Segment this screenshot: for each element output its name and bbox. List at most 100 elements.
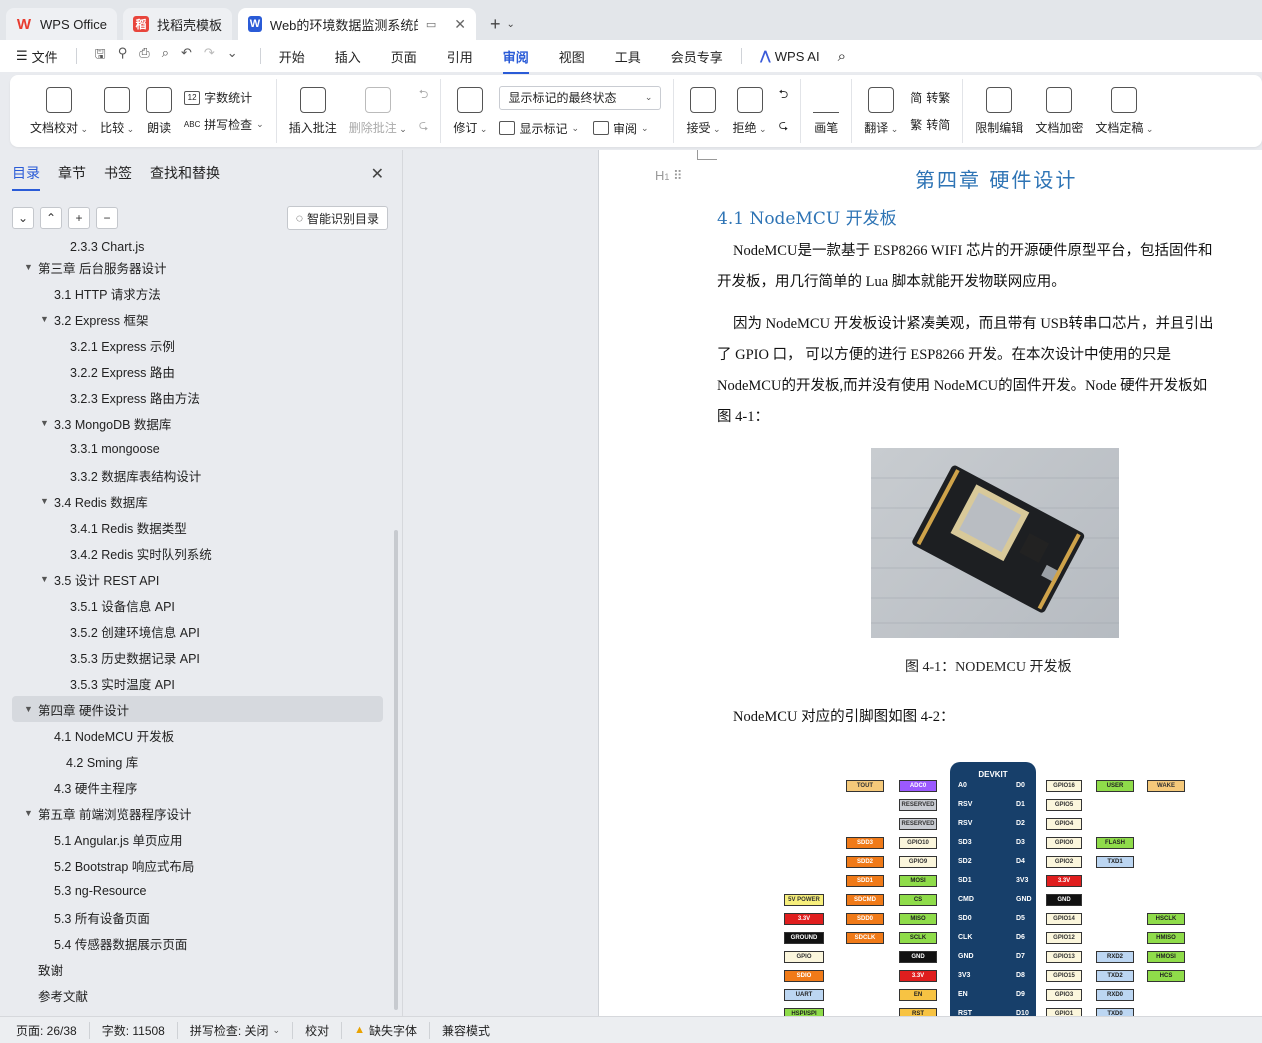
next-comment-icon[interactable]: ⮎ bbox=[419, 116, 429, 137]
toc-item[interactable]: 2.3.3 Chart.js bbox=[0, 240, 395, 254]
tab-find-replace[interactable]: 查找和替换 bbox=[150, 163, 220, 183]
chevron-down-icon[interactable]: ⌄ bbox=[227, 45, 238, 67]
toc-item[interactable]: ▼ 第三章 后台服务器设计 bbox=[0, 254, 395, 280]
chevron-down-icon[interactable]: ▼ bbox=[40, 314, 54, 324]
smart-toc-button[interactable]: ◌ 智能识别目录 bbox=[286, 206, 388, 230]
to-traditional-button[interactable]: 简转繁 bbox=[910, 89, 950, 106]
read-aloud-button[interactable]: 朗读 bbox=[140, 86, 178, 136]
chevron-down-icon[interactable]: ▼ bbox=[24, 808, 38, 818]
tab-toc[interactable]: 目录 bbox=[12, 163, 40, 191]
toc-item[interactable]: 5.1 Angular.js 单页应用 bbox=[0, 826, 395, 852]
menu-member[interactable]: 会员专享 bbox=[671, 47, 723, 66]
tab-document[interactable]: W Web的环境数据监测系统的设 ▭ ✕ bbox=[237, 8, 476, 40]
toc-item[interactable]: 4.3 硬件主程序 bbox=[0, 774, 395, 800]
restrict-edit-button[interactable]: 限制编辑 bbox=[969, 86, 1029, 136]
search-icon[interactable]: ⌕ bbox=[838, 48, 846, 65]
share-icon[interactable]: ⚲ bbox=[118, 45, 128, 67]
missing-font-status[interactable]: ▲ 缺失字体 bbox=[354, 1021, 430, 1039]
file-menu[interactable]: ☰ 文件 bbox=[16, 47, 58, 66]
menu-reference[interactable]: 引用 bbox=[447, 47, 473, 66]
menu-insert[interactable]: 插入 bbox=[335, 47, 361, 66]
translate-button[interactable]: 翻译 ⌄ bbox=[858, 86, 904, 136]
menu-review[interactable]: 审阅 bbox=[502, 47, 529, 74]
toc-item[interactable]: ▼ 3.3 MongoDB 数据库 bbox=[0, 410, 395, 436]
to-simplified-button[interactable]: 繁转简 bbox=[910, 116, 950, 133]
toc-item[interactable]: 3.2.1 Express 示例 bbox=[0, 332, 395, 358]
expand-up-button[interactable]: ⌃ bbox=[40, 207, 62, 229]
menu-start[interactable]: 开始 bbox=[279, 47, 305, 66]
encrypt-button[interactable]: 文档加密 bbox=[1029, 86, 1089, 136]
toc-item[interactable]: 3.5.3 实时温度 API bbox=[0, 670, 395, 696]
toc-item[interactable]: 3.5.2 创建环境信息 API bbox=[0, 618, 395, 644]
chevron-down-icon[interactable]: ▼ bbox=[24, 262, 38, 272]
new-tab-button[interactable]: + ⌄ bbox=[482, 8, 523, 40]
toc-item[interactable]: 4.1 NodeMCU 开发板 bbox=[0, 722, 395, 748]
chevron-down-icon[interactable]: ▼ bbox=[40, 574, 54, 584]
menu-tools[interactable]: 工具 bbox=[615, 47, 641, 66]
tab-bookmarks[interactable]: 书签 bbox=[104, 163, 132, 183]
monitor-icon[interactable]: ▭ bbox=[426, 18, 436, 31]
print-icon[interactable]: ⎙ bbox=[139, 45, 149, 67]
compare-button[interactable]: 比较 ⌄ bbox=[94, 86, 140, 136]
compat-mode[interactable]: 兼容模式 bbox=[442, 1022, 502, 1039]
show-markup-button[interactable]: 显示标记 ⌄ bbox=[499, 120, 579, 137]
review-pane-button[interactable]: 审阅 ⌄ bbox=[593, 120, 649, 137]
revise-button[interactable]: 修订 ⌄ bbox=[447, 86, 493, 136]
reject-button[interactable]: 拒绝 ⌄ bbox=[727, 86, 773, 136]
toc-item[interactable]: 5.3 所有设备页面 bbox=[0, 904, 395, 930]
menu-view[interactable]: 视图 bbox=[559, 47, 585, 66]
toc-item[interactable]: 3.4.1 Redis 数据类型 bbox=[0, 514, 395, 540]
undo-icon[interactable]: ↶ bbox=[181, 45, 192, 67]
remove-heading-button[interactable]: − bbox=[96, 207, 118, 229]
chevron-down-icon[interactable]: ▼ bbox=[40, 496, 54, 506]
toc-item[interactable]: 3.1 HTTP 请求方法 bbox=[0, 280, 395, 306]
toc-item[interactable]: 3.3.1 mongoose bbox=[0, 436, 395, 462]
close-icon[interactable]: ✕ bbox=[454, 16, 466, 33]
toc-item[interactable]: 3.2.2 Express 路由 bbox=[0, 358, 395, 384]
heading-handle-icon[interactable]: H1 ⠿ bbox=[655, 168, 683, 184]
spell-check-status[interactable]: 拼写检查: 关闭 ⌄ bbox=[190, 1021, 294, 1039]
markup-state-select[interactable]: 显示标记的最终状态 ⌄ bbox=[499, 85, 662, 110]
wps-ai-button[interactable]: ⋀ WPS AI bbox=[760, 48, 820, 64]
toc-item[interactable]: 5.3 ng-Resource bbox=[0, 878, 395, 904]
toc-item[interactable]: 3.3.2 数据库表结构设计 bbox=[0, 462, 395, 488]
spellcheck-button[interactable]: ABC 拼写检查 ⌄ bbox=[184, 116, 264, 133]
toc-item[interactable]: 致谢 bbox=[0, 956, 395, 982]
toc-item[interactable]: 3.4.2 Redis 实时队列系统 bbox=[0, 540, 395, 566]
tab-sections[interactable]: 章节 bbox=[58, 163, 86, 183]
print-preview-icon[interactable]: ⌕ bbox=[162, 45, 169, 67]
proof-status[interactable]: 校对 bbox=[305, 1021, 343, 1039]
delete-comment-button[interactable]: 删除批注 ⌄ bbox=[343, 86, 413, 136]
pinout-diagram[interactable]: DEVKIT A0 D0 ADC0 TOUT GPIO16 USER WAKE RSV D1 RE… bbox=[784, 758, 1204, 1016]
previous-change-icon[interactable]: ⮌ bbox=[779, 85, 789, 106]
toc-item[interactable]: 5.2 Bootstrap 响应式布局 bbox=[0, 852, 395, 878]
toc-item[interactable]: ▼ 3.4 Redis 数据库 bbox=[0, 488, 395, 514]
next-change-icon[interactable]: ⮎ bbox=[779, 116, 789, 137]
tab-wps-office[interactable]: W WPS Office bbox=[6, 8, 117, 40]
toc-item[interactable]: ▼ 第四章 硬件设计 bbox=[12, 696, 383, 722]
close-icon[interactable]: ✕ bbox=[371, 164, 384, 184]
menu-page[interactable]: 页面 bbox=[391, 47, 417, 66]
add-heading-button[interactable]: + bbox=[68, 207, 90, 229]
collapse-all-button[interactable]: ⌄ bbox=[12, 207, 34, 229]
insert-comment-button[interactable]: 插入批注 bbox=[283, 86, 343, 136]
toc-item[interactable]: ▼ 3.2 Express 框架 bbox=[0, 306, 395, 332]
toc-item[interactable]: 5.4 传感器数据展示页面 bbox=[0, 930, 395, 956]
pen-button[interactable]: 画笔 bbox=[807, 87, 845, 136]
toc-item[interactable]: 3.5.1 设备信息 API bbox=[0, 592, 395, 618]
accept-button[interactable]: 接受 ⌄ bbox=[680, 86, 726, 136]
nodemcu-photo[interactable] bbox=[871, 448, 1119, 638]
redo-icon[interactable]: ↷ bbox=[204, 45, 215, 67]
page-indicator[interactable]: 页面: 26/38 bbox=[16, 1021, 90, 1039]
toc-item[interactable]: ▼ 第五章 前端浏览器程序设计 bbox=[0, 800, 395, 826]
toc-item[interactable]: 3.2.3 Express 路由方法 bbox=[0, 384, 395, 410]
chevron-down-icon[interactable]: ▼ bbox=[24, 704, 38, 714]
chevron-down-icon[interactable]: ▼ bbox=[40, 418, 54, 428]
toc-item[interactable]: ▼ 3.5 设计 REST API bbox=[0, 566, 395, 592]
wordcount-button[interactable]: 12 字数统计 bbox=[184, 89, 264, 106]
toc-scrollbar[interactable] bbox=[394, 530, 398, 1010]
toc-item[interactable]: 3.5.3 历史数据记录 API bbox=[0, 644, 395, 670]
toc-item[interactable]: 参考文献 bbox=[0, 982, 395, 1008]
finalize-button[interactable]: 文档定稿 ⌄ bbox=[1089, 86, 1159, 136]
chevron-down-icon[interactable]: ⌄ bbox=[506, 19, 514, 30]
